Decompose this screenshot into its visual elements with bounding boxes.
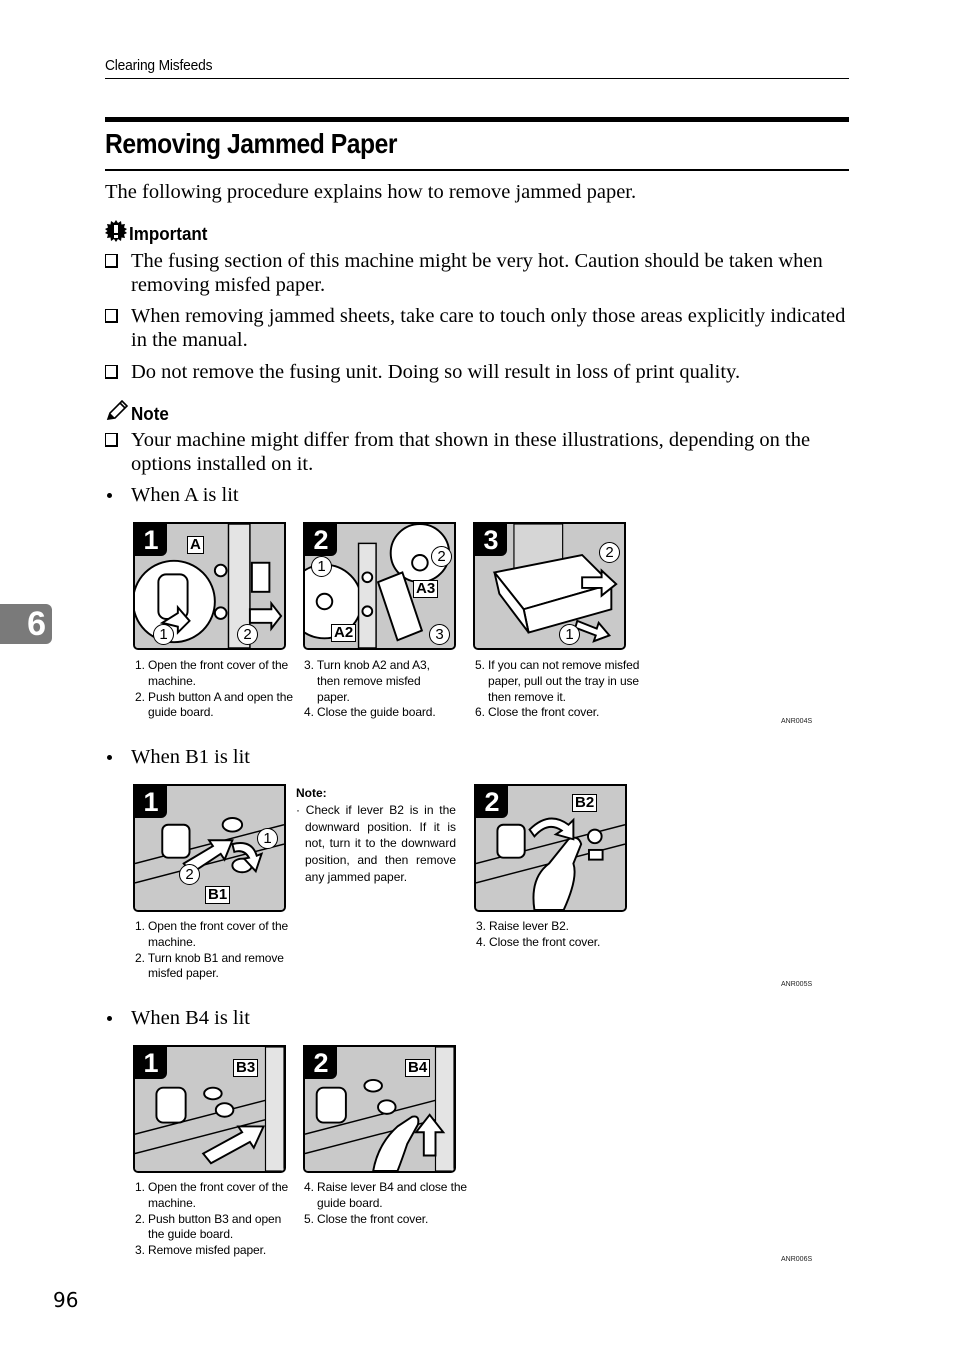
step-text: 3. Remove misfed paper. xyxy=(135,1243,267,1258)
step-text: 2. Push button A and open the guide boar… xyxy=(135,689,293,720)
circled-number: 1 xyxy=(311,556,332,577)
step-number: 1 xyxy=(135,1047,167,1079)
step-text: 2. Turn knob B1 and remove misfed paper. xyxy=(135,950,284,981)
label-tag: B4 xyxy=(405,1059,431,1077)
figure-code: ANR004S xyxy=(781,718,813,725)
figure-note-title: Note: xyxy=(296,786,327,800)
illustration-b1-step-1: 1 B1 1 2 xyxy=(133,784,286,912)
illustration-b4-step-2: 2 B4 xyxy=(303,1045,456,1173)
checkbox-bullet-icon xyxy=(105,365,118,379)
important-item: Do not remove the fusing unit. Doing so … xyxy=(105,360,851,384)
step-text: 6. Close the front cover. xyxy=(475,705,600,720)
intro-paragraph: The following procedure explains how to … xyxy=(105,181,637,203)
section-heading-b1: When B1 is lit xyxy=(107,745,250,769)
step-number: 1 xyxy=(135,786,167,818)
label-tag: B1 xyxy=(205,886,231,904)
label-tag: B3 xyxy=(233,1059,259,1077)
illustration-a-step-2: 2 A3 A2 1 2 3 xyxy=(303,522,456,650)
steps-b4-col-2: 4. Raise lever B4 and close the guide bo… xyxy=(304,1180,469,1227)
step-text: 3. Raise lever B2. xyxy=(476,919,569,933)
circled-number: 2 xyxy=(431,546,452,567)
important-gear-exclamation-icon xyxy=(105,220,127,247)
step-number: 2 xyxy=(305,1047,337,1079)
title-rule-top xyxy=(105,117,849,122)
important-item: When removing jammed sheets, take care t… xyxy=(105,304,851,352)
bullet-icon xyxy=(107,493,112,498)
note-item: Your machine might differ from that show… xyxy=(105,428,851,476)
figure-note: Note: · Check if lever B2 is in the down… xyxy=(296,785,456,886)
circled-number: 1 xyxy=(153,624,174,645)
label-tag: A3 xyxy=(413,580,439,598)
step-text: 3. Turn knob A2 and A3, then remove misf… xyxy=(304,658,430,704)
page-title: Removing Jammed Paper xyxy=(105,128,398,159)
note-label: Note xyxy=(131,402,169,424)
step-number: 2 xyxy=(305,524,337,556)
label-tag: B2 xyxy=(572,794,598,812)
page-number: 96 xyxy=(53,1288,79,1312)
step-text: 1. Open the front cover of the machine. xyxy=(135,1180,289,1210)
step-text: 4. Close the guide board. xyxy=(304,705,436,720)
step-text: 1. Open the front cover of the machine. xyxy=(135,919,289,949)
important-label: Important xyxy=(129,222,208,244)
steps-b4-col-1: 1. Open the front cover of the machine. … xyxy=(135,1180,300,1259)
note-heading: Note xyxy=(105,399,172,427)
step-number: 3 xyxy=(475,524,507,556)
circled-number: 2 xyxy=(179,864,200,885)
circled-number: 1 xyxy=(559,624,580,645)
step-text: 4. Close the front cover. xyxy=(476,934,601,949)
illustration-a-step-3: 3 2 1 xyxy=(473,522,626,650)
circled-number: 2 xyxy=(237,624,258,645)
checkbox-bullet-icon xyxy=(105,309,118,323)
pencil-note-icon xyxy=(105,399,129,427)
circled-number: 1 xyxy=(257,828,278,849)
circled-number: 2 xyxy=(599,542,620,563)
figure-code: ANR006S xyxy=(781,1256,813,1263)
steps-b1-col-1: 1. Open the front cover of the machine. … xyxy=(135,919,300,982)
figure-note-body: · Check if lever B2 is in the downward p… xyxy=(296,802,456,884)
step-number: 1 xyxy=(135,524,167,556)
chapter-tab: 6 xyxy=(0,604,52,644)
section-heading-b4: When B4 is lit xyxy=(107,1006,250,1030)
bullet-icon xyxy=(107,1016,112,1021)
title-rule-bottom xyxy=(105,169,849,171)
running-head: Clearing Misfeeds xyxy=(105,57,213,74)
label-tag: A2 xyxy=(331,624,357,642)
step-text: 1. Open the front cover of the machine. xyxy=(135,658,289,688)
step-text: 2. Push button B3 and open the guide boa… xyxy=(135,1211,282,1242)
illustration-a-step-1: 1 A 1 2 xyxy=(133,522,286,650)
steps-a-col-2: 3. Turn knob A2 and A3, then remove misf… xyxy=(304,658,452,721)
bullet-icon xyxy=(107,755,112,760)
label-tag: A xyxy=(187,536,204,554)
section-heading-a: When A is lit xyxy=(107,483,239,507)
step-text: 5. If you can not remove misfed paper, p… xyxy=(475,658,640,704)
circled-number: 3 xyxy=(429,624,450,645)
step-text: 5. Close the front cover. xyxy=(304,1211,429,1226)
step-text: 4. Raise lever B4 and close the guide bo… xyxy=(304,1180,467,1210)
important-item: The fusing section of this machine might… xyxy=(105,249,851,297)
header-rule xyxy=(105,78,849,79)
illustration-b1-step-2: 2 B2 xyxy=(474,784,627,912)
step-number: 2 xyxy=(476,786,508,818)
steps-a-col-3: 5. If you can not remove misfed paper, p… xyxy=(475,658,645,721)
figure-code: ANR005S xyxy=(781,981,813,988)
steps-b1-col-2: 3. Raise lever B2. 4. Close the front co… xyxy=(476,919,646,951)
checkbox-bullet-icon xyxy=(105,433,118,447)
checkbox-bullet-icon xyxy=(105,254,118,268)
steps-a-col-1: 1. Open the front cover of the machine. … xyxy=(135,658,300,721)
illustration-b4-step-1: 1 B3 xyxy=(133,1045,286,1173)
important-heading: Important xyxy=(105,220,214,247)
